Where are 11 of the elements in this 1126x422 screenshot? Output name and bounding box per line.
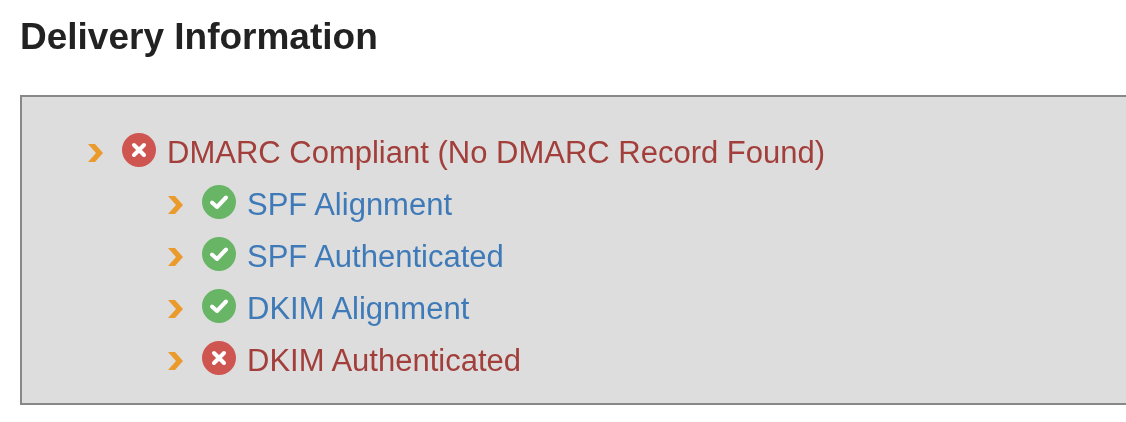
check-label: DKIM Authenticated [247,343,521,379]
chevron-icon[interactable] [165,246,185,268]
check-label: DMARC Compliant (No DMARC Record Found) [167,135,826,171]
chevron-icon[interactable] [85,142,105,164]
check-label: SPF Alignment [247,187,453,223]
section-heading: Delivery Information [20,15,379,59]
chevron-icon[interactable] [165,350,185,372]
check-label: DKIM Alignment [247,291,470,327]
check-label: SPF Authenticated [247,239,504,275]
chevron-icon[interactable] [165,298,185,320]
chevron-icon[interactable] [165,194,185,216]
